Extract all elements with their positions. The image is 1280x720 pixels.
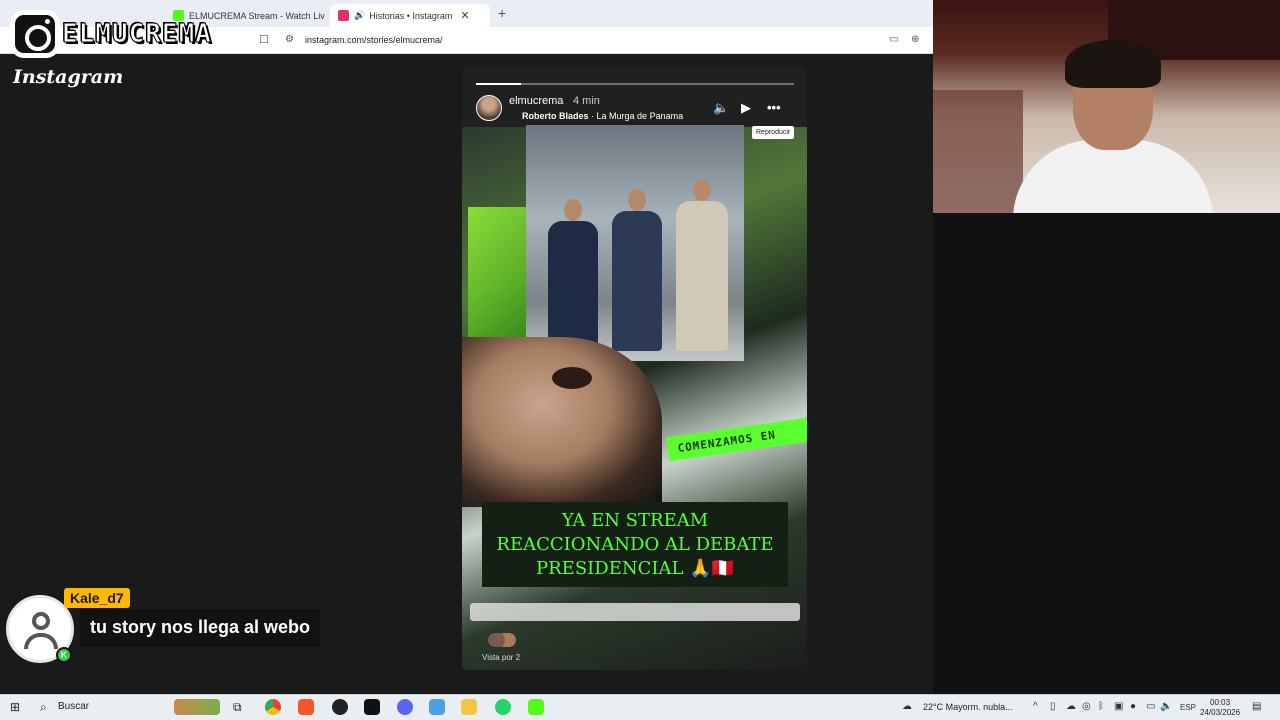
weather-icon[interactable]: ☁ — [902, 701, 912, 712]
brave-icon[interactable] — [298, 699, 314, 715]
song-artist: Roberto Blades — [522, 111, 589, 121]
story-username[interactable]: elmucrema — [509, 95, 563, 107]
new-tab-button[interactable]: + — [498, 5, 506, 21]
security-icon[interactable]: ▣ — [1114, 701, 1123, 712]
selfie-eye — [552, 367, 592, 389]
weather-text[interactable]: 22°C Mayorm. nubla... — [923, 702, 1013, 712]
caption-line-1: YA EN STREAM — [561, 509, 709, 531]
microphone-icon[interactable]: ● — [1130, 701, 1136, 712]
tray-chevron-icon[interactable]: ^ — [1033, 701, 1038, 712]
url-field[interactable]: instagram.com/stories/elmucrema/ — [305, 35, 443, 45]
webcam-feed — [933, 0, 1280, 213]
stream-logo: ELMUCREMA — [10, 10, 212, 58]
chat-username: Kale_d7 — [64, 588, 130, 608]
screenshot-taskbar-strip — [470, 603, 800, 621]
story-progress-track — [476, 83, 794, 85]
instagram-icon — [338, 10, 349, 21]
tab-label: Historias • Instagram — [369, 10, 453, 21]
bed — [933, 90, 1023, 213]
kick-app-icon[interactable] — [528, 699, 544, 715]
close-tab-icon[interactable]: ✕ — [460, 9, 469, 22]
notifications-icon[interactable]: ▤ — [1252, 701, 1261, 712]
clock-time: 00:03 — [1210, 698, 1231, 707]
song-title: La Murga de Panama — [596, 111, 684, 121]
volume-icon[interactable]: 🔈 — [713, 100, 729, 116]
capcut-icon[interactable] — [364, 699, 380, 715]
zoom-icon[interactable]: ⊕ — [911, 34, 919, 45]
caption-line-3: PRESIDENCIAL 🙏🇵🇪 — [536, 557, 734, 579]
candidate-left — [548, 199, 598, 351]
bluetooth-icon[interactable]: ᛒ — [1098, 701, 1104, 712]
story-time: 4 min — [573, 95, 600, 107]
task-view-icon[interactable]: ⧉ — [233, 700, 242, 715]
speaker-icon: 🔊 — [354, 10, 366, 20]
cast-icon[interactable]: ▭ — [889, 34, 898, 45]
volume-tray-icon[interactable]: 🔈 — [1160, 701, 1172, 712]
instagram-badge-icon — [10, 10, 60, 58]
clock[interactable]: 00:03 24/03/2026 — [1200, 698, 1240, 718]
story-caption: YA EN STREAM REACCIONANDO AL DEBATE PRES… — [482, 502, 788, 587]
selfie-image — [462, 337, 662, 507]
streamer — [1013, 40, 1213, 213]
kick-badge-icon: K — [56, 647, 72, 663]
chat-message: tu story nos llega al webo — [80, 609, 321, 647]
start-icon[interactable]: ⊞ — [10, 700, 20, 714]
windows-taskbar: ⊞ ⌕ Buscar ⧉ ☁ 22°C Mayorm. nubla... ^ ▯… — [0, 694, 1280, 720]
viewers-count[interactable]: Vista por 2 — [482, 653, 520, 662]
app-icon[interactable] — [429, 699, 445, 715]
obs-icon[interactable] — [332, 699, 348, 715]
play-icon[interactable]: ▶ — [741, 100, 751, 116]
clock-date: 24/03/2026 — [1200, 708, 1241, 717]
site-info-icon[interactable]: ⚙ — [285, 34, 294, 45]
play-tooltip: Reproducir — [752, 126, 795, 139]
candidate-center — [612, 189, 662, 351]
story-avatar[interactable] — [476, 95, 502, 121]
debate-photo — [526, 125, 744, 361]
search-icon[interactable]: ⌕ — [40, 700, 47, 715]
story-viewer[interactable]: COMENZAMOS EN elmucrema 4 min Roberto Bl… — [462, 67, 807, 670]
taskbar-search[interactable]: Buscar — [58, 701, 89, 712]
caption-line-2: REACCIONANDO AL DEBATE — [496, 533, 774, 555]
tab-instagram-stories[interactable]: 🔊 Historias • Instagram ✕ — [330, 4, 490, 27]
file-explorer-icon[interactable] — [461, 699, 477, 715]
network-icon[interactable]: ◎ — [1082, 701, 1091, 712]
more-options-icon[interactable]: ••• — [767, 100, 781, 115]
instagram-logo[interactable]: Instagram — [13, 66, 123, 88]
whatsapp-icon[interactable] — [495, 699, 511, 715]
discord-icon[interactable] — [397, 699, 413, 715]
screen: ELMUCREMA Stream - Watch Live on 🔊 Histo… — [0, 0, 1280, 720]
search-highlight-image — [174, 699, 220, 715]
viewers-avatars[interactable] — [488, 633, 516, 647]
usb-icon[interactable]: ▯ — [1050, 701, 1056, 712]
chrome-icon[interactable] — [265, 699, 281, 715]
channel-name: ELMUCREMA — [62, 19, 212, 50]
cloud-icon[interactable]: ☁ — [1066, 701, 1076, 712]
language-indicator[interactable]: ESP — [1180, 703, 1196, 712]
story-progress-fill — [476, 83, 521, 85]
candidate-right — [676, 179, 728, 351]
display-icon[interactable]: ▭ — [1146, 701, 1155, 712]
story-song[interactable]: Roberto Blades · La Murga de Panama — [522, 111, 683, 121]
bookmark-icon[interactable]: ☐ — [259, 33, 269, 46]
